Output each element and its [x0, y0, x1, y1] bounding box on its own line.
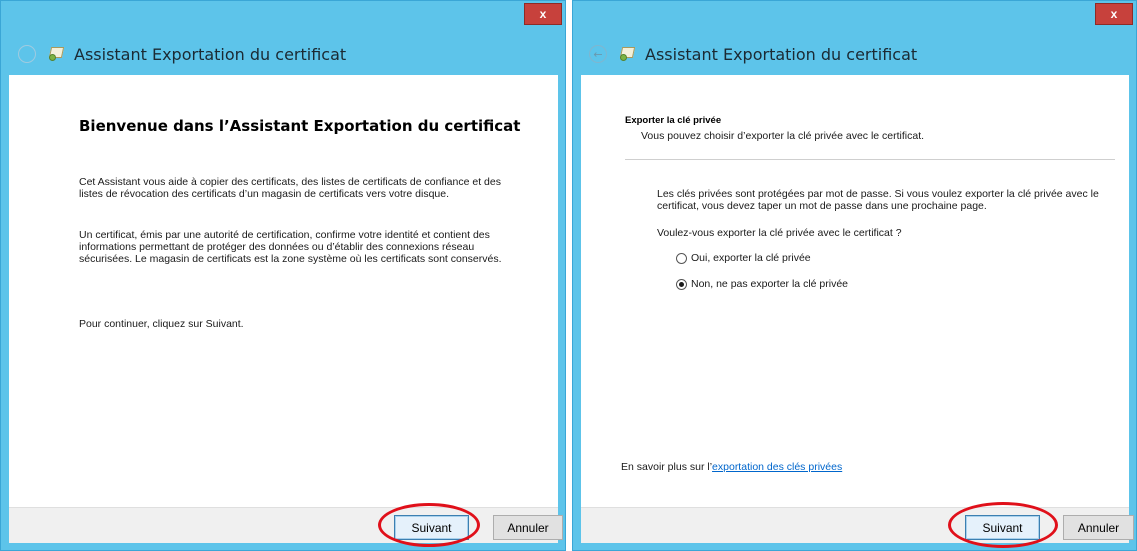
- radio-export-yes[interactable]: Oui, exporter la clé privée: [676, 252, 811, 264]
- wizard-content: Bienvenue dans l’Assistant Exportation d…: [9, 75, 558, 507]
- wizard-footer: Suivant Annuler: [581, 507, 1134, 543]
- divider: [625, 159, 1115, 160]
- certificate-icon: [48, 46, 66, 62]
- radio-button-selected[interactable]: [676, 278, 687, 290]
- wizard-window-welcome: x Assistant Exportation du certificat Bi…: [0, 0, 566, 551]
- description-paragraph: Un certificat, émis par une autorité de …: [79, 229, 502, 265]
- wizard-content: Exporter la clé privée Vous pouvez chois…: [581, 75, 1129, 507]
- section-subtitle: Vous pouvez choisir d’exporter la clé pr…: [641, 130, 925, 142]
- close-button[interactable]: x: [524, 3, 562, 25]
- close-icon: x: [539, 7, 547, 21]
- intro-paragraph: Cet Assistant vous aide à copier des cer…: [79, 176, 501, 200]
- wizard-header: Assistant Exportation du certificat: [1, 35, 565, 73]
- titlebar: x: [573, 1, 1136, 35]
- close-icon: x: [1110, 7, 1118, 21]
- next-button[interactable]: Suivant: [965, 515, 1040, 540]
- learn-more-link[interactable]: exportation des clés privées: [712, 461, 842, 473]
- back-arrow-icon: ←: [593, 47, 603, 61]
- wizard-title: Assistant Exportation du certificat: [74, 44, 347, 64]
- question-text: Voulez-vous exporter la clé privée avec …: [657, 227, 902, 239]
- learn-more-prefix: En savoir plus sur l’: [621, 461, 713, 473]
- radio-label: Oui, exporter la clé privée: [691, 252, 811, 264]
- radio-label: Non, ne pas exporter la clé privée: [691, 278, 849, 290]
- radio-export-no[interactable]: Non, ne pas exporter la clé privée: [676, 278, 848, 290]
- info-paragraph: Les clés privées sont protégées par mot …: [657, 188, 1099, 212]
- back-button[interactable]: [18, 45, 36, 63]
- back-button[interactable]: ←: [589, 45, 607, 63]
- wizard-footer: Suivant Annuler: [9, 507, 563, 543]
- continue-paragraph: Pour continuer, cliquez sur Suivant.: [79, 318, 244, 330]
- cancel-button[interactable]: Annuler: [493, 515, 563, 540]
- wizard-header: ← Assistant Exportation du certificat: [573, 35, 1136, 73]
- close-button[interactable]: x: [1095, 3, 1133, 25]
- learn-more: En savoir plus sur l’exportation des clé…: [621, 461, 842, 473]
- cancel-button[interactable]: Annuler: [1063, 515, 1134, 540]
- wizard-window-private-key: x ← Assistant Exportation du certificat …: [572, 0, 1137, 551]
- wizard-title: Assistant Exportation du certificat: [645, 44, 918, 64]
- titlebar: x: [1, 1, 565, 35]
- certificate-icon: [619, 46, 637, 62]
- radio-button[interactable]: [676, 252, 687, 264]
- next-button[interactable]: Suivant: [394, 515, 469, 540]
- section-title: Exporter la clé privée: [625, 115, 722, 126]
- welcome-heading: Bienvenue dans l’Assistant Exportation d…: [79, 117, 521, 135]
